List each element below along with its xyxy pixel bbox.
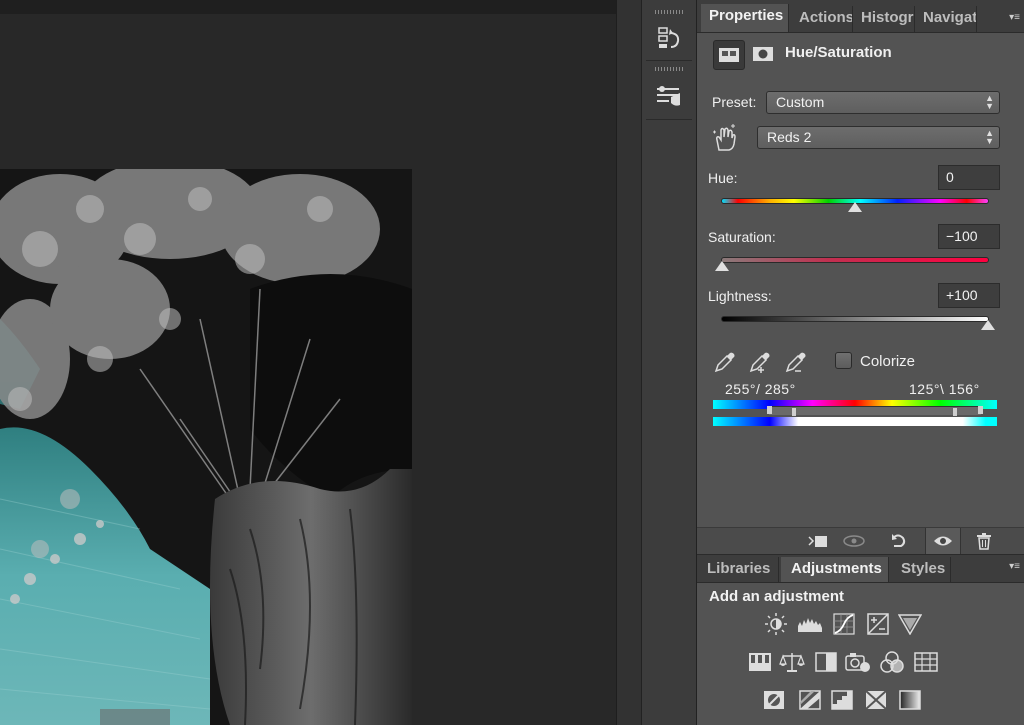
result-color-bar xyxy=(713,417,997,426)
hue-saturation-icon[interactable] xyxy=(747,650,773,674)
lightness-slider-thumb[interactable] xyxy=(981,320,995,330)
targeted-adjustment-hand-icon[interactable] xyxy=(711,124,741,152)
adjustments-menu-icon[interactable]: ▾≡ xyxy=(1009,561,1020,572)
panel-menu-icon[interactable]: ▾≡ xyxy=(1009,12,1020,23)
dock-grip-2[interactable] xyxy=(655,67,683,71)
preset-select[interactable]: Custom ▲ ▼ xyxy=(766,91,1000,114)
saturation-label: Saturation: xyxy=(708,229,776,245)
color-balance-icon[interactable] xyxy=(779,650,805,674)
channel-select[interactable]: Reds 2 ▲ ▼ xyxy=(757,126,1000,149)
lightness-slider-track[interactable] xyxy=(721,316,989,322)
curves-icon[interactable] xyxy=(831,612,857,636)
select-arrows-icon: ▲ ▼ xyxy=(985,93,994,111)
tab-styles[interactable]: Styles xyxy=(891,557,951,582)
hue-slider-thumb[interactable] xyxy=(848,202,862,212)
saturation-input[interactable]: −100 xyxy=(938,224,1000,249)
threshold-icon[interactable] xyxy=(829,688,855,712)
properties-panel: Properties Actions Histogr Navigat ▾≡ Hu… xyxy=(697,0,1024,725)
eyedropper-plus-icon[interactable] xyxy=(748,350,774,374)
preset-label: Preset: xyxy=(712,94,757,110)
layer-mask-icon[interactable] xyxy=(748,40,778,68)
range-handle-inner-left[interactable] xyxy=(792,408,796,416)
document-canvas[interactable] xyxy=(0,0,616,725)
tree-photo xyxy=(0,169,412,725)
adjustments-tab-bar: Libraries Adjustments Styles ▾≡ xyxy=(697,555,1024,583)
dock-grip[interactable] xyxy=(655,10,683,14)
tab-properties[interactable]: Properties xyxy=(701,4,789,32)
view-previous-state-icon[interactable] xyxy=(837,528,871,554)
posterize-icon[interactable] xyxy=(797,688,823,712)
visibility-icon[interactable] xyxy=(925,528,961,554)
lightness-label: Lightness: xyxy=(708,288,772,304)
range-right-label: 125°\ 156° xyxy=(909,381,980,397)
canvas-top-bar xyxy=(0,0,616,14)
hue-input[interactable]: 0 xyxy=(938,165,1000,190)
hue-label: Hue: xyxy=(708,170,738,186)
tab-libraries[interactable]: Libraries xyxy=(697,557,779,582)
add-adjustment-heading: Add an adjustment xyxy=(709,588,845,605)
gradient-map-icon[interactable] xyxy=(897,688,923,712)
properties-tab-bar: Properties Actions Histogr Navigat ▾≡ xyxy=(697,0,1024,33)
reset-icon[interactable] xyxy=(881,528,915,554)
lightness-input[interactable]: +100 xyxy=(938,283,1000,308)
color-lookup-icon[interactable] xyxy=(913,650,939,674)
range-handle-inner-right[interactable] xyxy=(953,408,957,416)
saturation-slider-thumb[interactable] xyxy=(715,261,729,271)
eyedropper-icon[interactable] xyxy=(713,350,737,374)
adjustment-title: Hue/Saturation xyxy=(785,44,892,61)
selective-color-icon[interactable] xyxy=(863,688,889,712)
tool-presets-icon[interactable] xyxy=(648,76,690,116)
history-icon[interactable] xyxy=(648,18,690,58)
channel-value: Reds 2 xyxy=(767,129,812,145)
range-slider-track[interactable] xyxy=(769,406,981,415)
exposure-icon[interactable] xyxy=(865,612,891,636)
colorize-checkbox[interactable] xyxy=(835,352,852,369)
brightness-contrast-icon[interactable] xyxy=(763,612,789,636)
eyedropper-minus-icon[interactable] xyxy=(784,350,810,374)
channel-mixer-icon[interactable] xyxy=(879,650,905,674)
photo-filter-icon[interactable] xyxy=(845,650,871,674)
range-handle-outer-left[interactable] xyxy=(767,406,772,414)
clip-to-layer-icon[interactable] xyxy=(801,528,835,554)
levels-icon[interactable] xyxy=(797,612,823,636)
tab-actions[interactable]: Actions xyxy=(791,6,853,32)
properties-footer xyxy=(697,527,1024,555)
invert-icon[interactable] xyxy=(761,688,787,712)
panel-gutter xyxy=(616,0,641,725)
select-arrows-icon: ▲ ▼ xyxy=(985,128,994,146)
preset-value: Custom xyxy=(776,94,825,110)
range-handle-outer-right[interactable] xyxy=(978,406,983,414)
trash-icon[interactable] xyxy=(967,528,1001,554)
document-image[interactable] xyxy=(0,169,412,725)
vibrance-icon[interactable] xyxy=(897,612,923,636)
tab-adjustments[interactable]: Adjustments xyxy=(781,557,889,582)
panel-dock-toolbar xyxy=(641,0,697,725)
colorize-label: Colorize xyxy=(860,353,916,370)
tab-navigator[interactable]: Navigat xyxy=(915,6,977,32)
adjustment-mask-icon[interactable] xyxy=(713,40,745,70)
tab-histogram[interactable]: Histogr xyxy=(853,6,915,32)
saturation-slider-track[interactable] xyxy=(721,257,989,263)
range-left-label: 255°/ 285° xyxy=(725,381,796,397)
black-white-icon[interactable] xyxy=(813,650,839,674)
